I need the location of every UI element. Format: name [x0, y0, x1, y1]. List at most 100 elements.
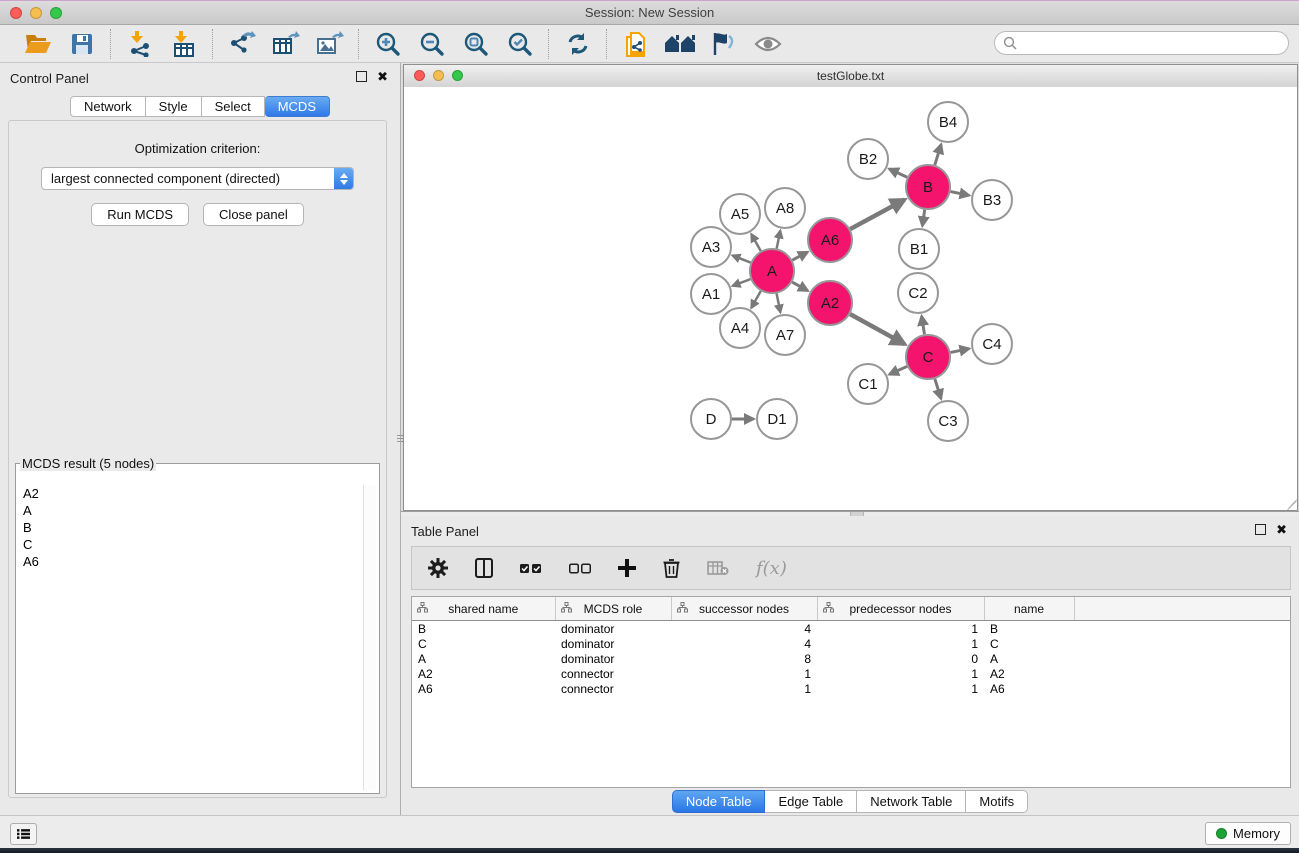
graph-node-A8[interactable]: A8	[765, 188, 805, 228]
save-session-button[interactable]	[64, 28, 100, 60]
mcds-result-item[interactable]: A2	[19, 485, 363, 502]
graph-node-C1[interactable]: C1	[848, 364, 888, 404]
apply-layout-button[interactable]	[560, 28, 596, 60]
table-cell: A	[412, 651, 555, 666]
tab-network-table[interactable]: Network Table	[857, 790, 966, 813]
table-row[interactable]: A2connector11A2	[412, 666, 1290, 681]
zoom-selected-button[interactable]	[502, 28, 538, 60]
show-columns-button[interactable]	[475, 558, 493, 578]
table-cell: A2	[984, 666, 1074, 681]
deselect-all-button[interactable]	[569, 563, 591, 574]
delete-column-button[interactable]	[663, 558, 680, 578]
zoom-out-button[interactable]	[414, 28, 450, 60]
search-input[interactable]	[1023, 35, 1280, 52]
control-panel: Control Panel ✖ NetworkStyleSelectMCDS O…	[0, 63, 401, 815]
graph-node-B3[interactable]: B3	[972, 180, 1012, 220]
float-table-panel-icon[interactable]	[1255, 524, 1266, 535]
graph-node-D1[interactable]: D1	[757, 399, 797, 439]
table-row[interactable]: A6connector11A6	[412, 681, 1290, 696]
add-column-button[interactable]	[618, 559, 636, 577]
zoom-fit-button[interactable]	[458, 28, 494, 60]
run-mcds-button[interactable]: Run MCDS	[91, 203, 189, 226]
close-panel-button[interactable]: Close panel	[203, 203, 304, 226]
float-panel-icon[interactable]	[356, 71, 367, 82]
function-builder-button[interactable]: f(x)	[756, 558, 787, 579]
network-window-titlebar[interactable]: testGlobe.txt	[404, 65, 1297, 88]
graph-node-B[interactable]: B	[906, 165, 950, 209]
optimization-criterion-label: Optimization criterion:	[9, 141, 386, 156]
select-all-button[interactable]	[520, 563, 542, 574]
graph-node-C3[interactable]: C3	[928, 401, 968, 441]
import-table-button[interactable]	[166, 28, 202, 60]
open-session-button[interactable]	[20, 28, 56, 60]
column-header-successor-nodes[interactable]: successor nodes	[671, 597, 817, 621]
mcds-result-item[interactable]: A6	[19, 553, 363, 570]
mcds-result-item[interactable]: C	[19, 536, 363, 553]
tab-style[interactable]: Style	[146, 96, 202, 117]
table-cell: 4	[671, 621, 817, 637]
duplicate-network-button[interactable]	[618, 28, 654, 60]
tab-network[interactable]: Network	[70, 96, 146, 117]
memory-button[interactable]: Memory	[1205, 822, 1291, 845]
network-canvas[interactable]: B4 B2 B B3 B1 A5A8A6 A3 A A1A4A7A2 C2 C C4 C1 C3 D D1	[404, 87, 1297, 510]
export-network-button[interactable]	[224, 28, 260, 60]
hide-flags-button[interactable]	[706, 28, 742, 60]
graph-node-C2[interactable]: C2	[898, 273, 938, 313]
graph-node-C4[interactable]: C4	[972, 324, 1012, 364]
svg-text:C3: C3	[938, 413, 957, 430]
export-image-button[interactable]	[312, 28, 348, 60]
tab-select[interactable]: Select	[202, 96, 265, 117]
graph-node-B1[interactable]: B1	[899, 229, 939, 269]
table-settings-button[interactable]	[428, 558, 448, 578]
criterion-dropdown[interactable]: largest connected component (directed)	[41, 167, 354, 190]
graph-edge-A-A1	[733, 279, 751, 286]
graph-node-B2[interactable]: B2	[848, 139, 888, 179]
graph-node-A[interactable]: A	[750, 249, 794, 293]
tab-mcds[interactable]: MCDS	[265, 96, 330, 117]
table-panel: Table Panel ✖	[401, 516, 1299, 815]
column-header-name[interactable]: name	[984, 597, 1074, 621]
desktop-edge	[0, 848, 1299, 853]
zoom-selected-icon	[507, 31, 533, 57]
graph-node-A4[interactable]: A4	[720, 308, 760, 348]
table-row[interactable]: Adominator80A	[412, 651, 1290, 666]
graph-node-A1[interactable]: A1	[691, 274, 731, 314]
graph-node-D[interactable]: D	[691, 399, 731, 439]
result-scrollbar[interactable]	[363, 485, 376, 790]
svg-text:D1: D1	[767, 411, 786, 428]
svg-text:C1: C1	[858, 376, 877, 393]
mcds-result-item[interactable]: A	[19, 502, 363, 519]
zoom-in-button[interactable]	[370, 28, 406, 60]
graph-node-A7[interactable]: A7	[765, 315, 805, 355]
import-network-button[interactable]	[122, 28, 158, 60]
export-table-button[interactable]	[268, 28, 304, 60]
tab-edge-table[interactable]: Edge Table	[765, 790, 857, 813]
show-hide-button[interactable]	[750, 28, 786, 60]
delete-table-button[interactable]	[707, 561, 729, 576]
column-type-icon	[417, 602, 428, 613]
graph-node-B4[interactable]: B4	[928, 102, 968, 142]
column-header-shared-name[interactable]: shared name	[412, 597, 555, 621]
graph-node-A3[interactable]: A3	[691, 227, 731, 267]
show-panels-list-button[interactable]	[10, 823, 37, 845]
graph-node-A2[interactable]: A2	[808, 281, 852, 325]
column-header-MCDS-role[interactable]: MCDS role	[555, 597, 671, 621]
table-cell: 1	[671, 681, 817, 696]
graph-node-A5[interactable]: A5	[720, 194, 760, 234]
column-header-predecessor-nodes[interactable]: predecessor nodes	[817, 597, 984, 621]
graph-edge-A-A7	[777, 294, 781, 313]
tab-motifs[interactable]: Motifs	[966, 790, 1028, 813]
mcds-result-item[interactable]: B	[19, 519, 363, 536]
graph-edge-A-A3	[732, 255, 750, 262]
window-resize-grip[interactable]	[1282, 495, 1296, 509]
table-row[interactable]: Bdominator41B	[412, 621, 1290, 637]
tab-node-table[interactable]: Node Table	[672, 790, 766, 813]
close-table-panel-icon[interactable]: ✖	[1276, 524, 1287, 535]
graph-node-C[interactable]: C	[906, 335, 950, 379]
graph-node-A6[interactable]: A6	[808, 218, 852, 262]
table-row[interactable]: Cdominator41C	[412, 636, 1290, 651]
close-panel-icon[interactable]: ✖	[377, 71, 388, 82]
table-cell: connector	[555, 681, 671, 696]
memory-label: Memory	[1233, 826, 1280, 841]
show-all-networks-button[interactable]	[662, 28, 698, 60]
